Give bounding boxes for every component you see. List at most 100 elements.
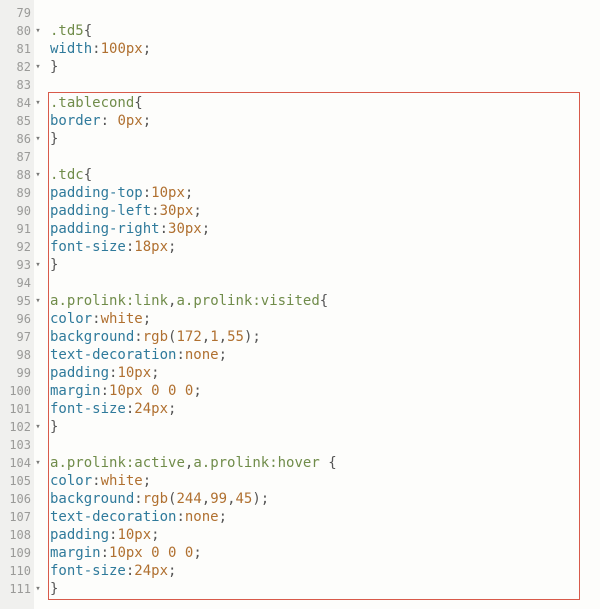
code-line[interactable]: padding-right:30px;: [50, 220, 600, 238]
token-punct: ,: [227, 491, 235, 507]
code-line[interactable]: font-size:18px;: [50, 238, 600, 256]
fold-toggle-icon[interactable]: ▾: [34, 454, 42, 472]
line-number[interactable]: 98: [0, 346, 34, 364]
code-line[interactable]: background:rgb(244,99,45);: [50, 490, 600, 508]
line-number[interactable]: 111▾: [0, 580, 34, 598]
line-number[interactable]: 79: [0, 4, 34, 22]
code-line[interactable]: font-size:24px;: [50, 400, 600, 418]
line-number[interactable]: 102▾: [0, 418, 34, 436]
code-line[interactable]: padding-left:30px;: [50, 202, 600, 220]
line-number[interactable]: 90: [0, 202, 34, 220]
line-number[interactable]: 105: [0, 472, 34, 490]
line-number[interactable]: 108: [0, 526, 34, 544]
code-line[interactable]: [50, 76, 600, 94]
line-number[interactable]: 99: [0, 364, 34, 382]
code-line[interactable]: color:white;: [50, 310, 600, 328]
fold-toggle-icon[interactable]: ▾: [34, 58, 42, 76]
code-line[interactable]: }: [50, 580, 600, 598]
line-number[interactable]: 96: [0, 310, 34, 328]
line-number[interactable]: 104▾: [0, 454, 34, 472]
token-prop: font-size: [50, 401, 126, 417]
fold-toggle-icon[interactable]: ▾: [34, 292, 42, 310]
code-line[interactable]: margin:10px 0 0 0;: [50, 544, 600, 562]
line-number[interactable]: 109: [0, 544, 34, 562]
token-punct: ;: [143, 311, 151, 327]
token-punct: :: [134, 491, 142, 507]
token-punct: ;: [151, 365, 159, 381]
line-number[interactable]: 80▾: [0, 22, 34, 40]
fold-toggle-icon[interactable]: ▾: [34, 22, 42, 40]
code-line[interactable]: padding-top:10px;: [50, 184, 600, 202]
token-brace: {: [320, 293, 328, 309]
line-number[interactable]: 107: [0, 508, 34, 526]
line-number[interactable]: 95▾: [0, 292, 34, 310]
line-number[interactable]: 82▾: [0, 58, 34, 76]
token-brace: {: [84, 23, 92, 39]
code-line[interactable]: }: [50, 58, 600, 76]
code-line[interactable]: [50, 4, 600, 22]
line-number[interactable]: 101: [0, 400, 34, 418]
fold-toggle-icon[interactable]: ▾: [34, 256, 42, 274]
code-editor[interactable]: 7980▾8182▾8384▾8586▾8788▾8990919293▾9495…: [0, 0, 600, 609]
line-number[interactable]: 87: [0, 148, 34, 166]
line-number[interactable]: 93▾: [0, 256, 34, 274]
code-line[interactable]: }: [50, 130, 600, 148]
line-number[interactable]: 110: [0, 562, 34, 580]
code-line[interactable]: padding:10px;: [50, 526, 600, 544]
code-line[interactable]: background:rgb(172,1,55);: [50, 328, 600, 346]
fold-toggle-icon[interactable]: ▾: [34, 94, 42, 112]
token-brace: }: [50, 581, 58, 597]
token-brace: }: [50, 131, 58, 147]
line-number-gutter[interactable]: 7980▾8182▾8384▾8586▾8788▾8990919293▾9495…: [0, 0, 34, 609]
token-punct: :: [143, 185, 151, 201]
token-prop: padding-top: [50, 185, 143, 201]
line-number[interactable]: 91: [0, 220, 34, 238]
code-line[interactable]: }: [50, 256, 600, 274]
line-number[interactable]: 83: [0, 76, 34, 94]
token-num: 55: [227, 329, 244, 345]
code-line[interactable]: font-size:24px;: [50, 562, 600, 580]
code-line[interactable]: [50, 274, 600, 292]
code-line[interactable]: .tablecond{: [50, 94, 600, 112]
code-line[interactable]: text-decoration:none;: [50, 508, 600, 526]
fold-toggle-icon[interactable]: ▾: [34, 130, 42, 148]
code-line[interactable]: padding:10px;: [50, 364, 600, 382]
token-val: none: [185, 347, 219, 363]
line-number[interactable]: 81: [0, 40, 34, 58]
code-line[interactable]: }: [50, 418, 600, 436]
code-line[interactable]: border: 0px;: [50, 112, 600, 130]
code-line[interactable]: text-decoration:none;: [50, 346, 600, 364]
fold-toggle-icon[interactable]: ▾: [34, 166, 42, 184]
line-number[interactable]: 84▾: [0, 94, 34, 112]
fold-toggle-icon[interactable]: ▾: [34, 418, 42, 436]
code-line[interactable]: .td5{: [50, 22, 600, 40]
token-punct: ;: [219, 509, 227, 525]
code-line[interactable]: color:white;: [50, 472, 600, 490]
line-number[interactable]: 86▾: [0, 130, 34, 148]
line-number[interactable]: 97: [0, 328, 34, 346]
line-number[interactable]: 89: [0, 184, 34, 202]
code-line[interactable]: width:100px;: [50, 40, 600, 58]
line-number[interactable]: 85: [0, 112, 34, 130]
token-punct: ;: [143, 41, 151, 57]
line-number[interactable]: 88▾: [0, 166, 34, 184]
line-number[interactable]: 94: [0, 274, 34, 292]
line-number[interactable]: 92: [0, 238, 34, 256]
token-prop: border: [50, 113, 101, 129]
line-number[interactable]: 100: [0, 382, 34, 400]
code-line[interactable]: a.prolink:link,a.prolink:visited{: [50, 292, 600, 310]
code-line[interactable]: .tdc{: [50, 166, 600, 184]
token-punct: ;: [193, 203, 201, 219]
code-area[interactable]: .td5{width:100px;} .tablecond{border: 0px…: [46, 0, 600, 609]
line-number[interactable]: 106: [0, 490, 34, 508]
fold-toggle-icon[interactable]: ▾: [34, 580, 42, 598]
token-prop: padding-right: [50, 221, 160, 237]
token-sel: .prolink: [58, 455, 125, 471]
line-number[interactable]: 103: [0, 436, 34, 454]
token-sel: .prolink: [58, 293, 125, 309]
token-val: rgb: [143, 491, 168, 507]
code-line[interactable]: [50, 436, 600, 454]
code-line[interactable]: [50, 148, 600, 166]
code-line[interactable]: a.prolink:active,a.prolink:hover {: [50, 454, 600, 472]
code-line[interactable]: margin:10px 0 0 0;: [50, 382, 600, 400]
